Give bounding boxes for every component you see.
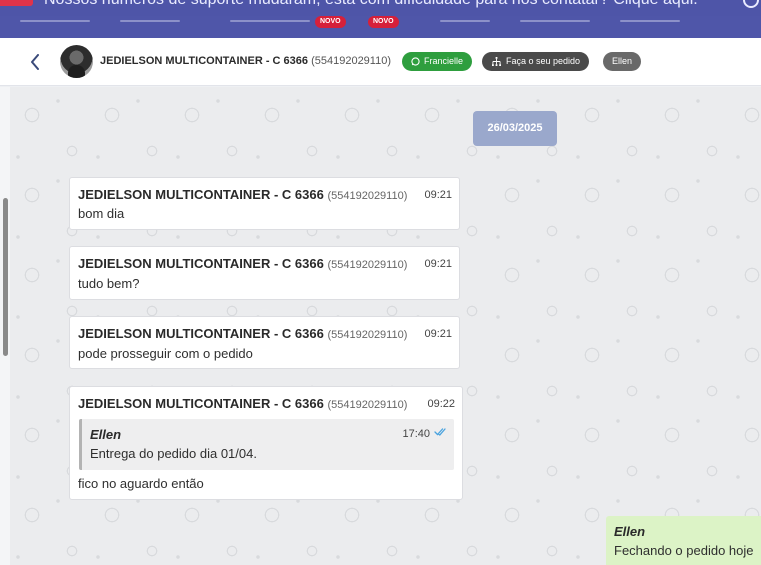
quoted-message[interactable]: Ellen 17:40 Entrega do pedido dia 01/04. [79,419,454,470]
message-sender: JEDIELSON MULTICONTAINER - C 6366 (55419… [78,187,407,202]
message-bubble[interactable]: JEDIELSON MULTICONTAINER - C 6366 (55419… [69,177,460,230]
user-tag[interactable]: Ellen [603,52,642,71]
sender-phone: (554192029110) [327,329,408,341]
contact-avatar[interactable] [60,45,93,78]
message-text: pode prosseguir com o pedido [78,346,253,361]
nav-item[interactable] [620,20,680,22]
nav-item[interactable] [520,20,590,22]
sender-phone: (554192029110) [327,190,408,202]
user-tag-label: Ellen [612,56,633,66]
order-tag-label: Faça o seu pedido [506,56,581,66]
message-bubble[interactable]: JEDIELSON MULTICONTAINER - C 6366 (55419… [69,316,460,369]
message-time: 09:21 [424,258,452,270]
new-badge: NOVO [315,16,346,28]
sent-text: Fechando o pedido hoje [614,543,754,558]
message-time: 09:22 [427,398,455,410]
sitemap-icon [492,57,501,66]
banner-alert-tag [0,0,33,6]
contact-name: JEDIELSON MULTICONTAINER - C 6366 (55419… [100,55,391,67]
message-text: bom dia [78,206,125,221]
sender-name: JEDIELSON MULTICONTAINER - C 6366 [78,256,324,271]
quoted-author: Ellen [90,427,122,442]
sender-phone: (554192029110) [327,399,408,411]
whatsapp-tag-label: Francielle [424,56,464,66]
scrollbar[interactable] [3,198,8,356]
sender-name: JEDIELSON MULTICONTAINER - C 6366 [78,396,324,411]
double-check-icon [434,428,446,436]
message-sender: JEDIELSON MULTICONTAINER - C 6366 (55419… [78,256,407,271]
date-separator: 26/03/2025 [473,111,557,146]
whatsapp-channel-tag[interactable]: Francielle [402,52,473,71]
sender-phone: (554192029110) [327,259,408,271]
whatsapp-icon [411,57,420,66]
message-time: 09:21 [424,328,452,340]
message-sender: JEDIELSON MULTICONTAINER - C 6366 (55419… [78,396,407,411]
nav-item[interactable] [230,20,310,22]
back-button[interactable] [26,52,44,72]
message-text: fico no aguardo então [78,476,204,491]
banner-text[interactable]: Nossos números de suporte mudaram, está … [44,0,698,9]
contact-phone: (554192029110) [311,55,391,67]
contact-name-text: JEDIELSON MULTICONTAINER - C 6366 [100,55,309,67]
nav-item[interactable] [20,20,90,22]
support-banner[interactable]: Nossos números de suporte mudaram, está … [0,0,761,16]
sent-message-bubble[interactable]: Ellen Fechando o pedido hoje [606,516,761,565]
quoted-text: Entrega do pedido dia 01/04. [90,446,257,461]
message-sender: JEDIELSON MULTICONTAINER - C 6366 (55419… [78,326,407,341]
top-nav: NOVO NOVO [0,16,761,38]
chevron-left-icon [31,54,39,70]
chat-header: JEDIELSON MULTICONTAINER - C 6366 (55419… [0,38,761,86]
message-bubble[interactable]: JEDIELSON MULTICONTAINER - C 6366 (55419… [69,246,460,300]
sender-name: JEDIELSON MULTICONTAINER - C 6366 [78,187,324,202]
message-time: 09:21 [424,189,452,201]
nav-item[interactable] [440,20,490,22]
help-icon[interactable] [743,0,759,8]
message-text: tudo bem? [78,276,140,291]
message-bubble[interactable]: JEDIELSON MULTICONTAINER - C 6366 (55419… [69,386,463,500]
quoted-time: 17:40 [402,428,430,440]
order-tag[interactable]: Faça o seu pedido [482,52,590,71]
new-badge: NOVO [368,16,399,28]
nav-item[interactable] [120,20,180,22]
sent-author: Ellen [614,524,646,539]
sender-name: JEDIELSON MULTICONTAINER - C 6366 [78,326,324,341]
